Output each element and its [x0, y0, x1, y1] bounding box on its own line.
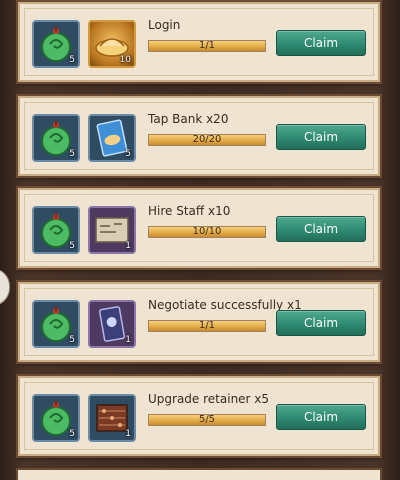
task-title: Login — [148, 18, 181, 32]
claim-button[interactable]: Claim — [276, 124, 366, 150]
reward-quantity: 10 — [119, 55, 131, 65]
claim-button[interactable]: Claim — [276, 310, 366, 336]
progress-bar: 5/5 — [148, 414, 266, 426]
task-title: Tap Bank x20 — [148, 112, 229, 126]
reward-quantity: 5 — [69, 241, 75, 251]
reward-slot-2[interactable]: 1 — [88, 206, 136, 254]
progress-text: 1/1 — [198, 40, 216, 51]
reward-quantity: 1 — [125, 335, 131, 345]
task-card-upgrade-retainer: 5 1 Upgrade retainer x5 5/5 Claim — [18, 376, 380, 456]
reward-slot-1[interactable]: 5 — [32, 300, 80, 348]
reward-quantity: 5 — [69, 149, 75, 159]
progress-text: 5/5 — [198, 414, 216, 425]
reward-slot-2[interactable]: 10 — [88, 20, 136, 68]
progress-bar: 20/20 — [148, 134, 266, 146]
reward-slot-2[interactable]: 5 — [88, 114, 136, 162]
claim-button[interactable]: Claim — [276, 30, 366, 56]
reward-quantity: 5 — [125, 149, 131, 159]
progress-text: 1/1 — [198, 320, 216, 331]
reward-quantity: 5 — [69, 55, 75, 65]
progress-bar: 10/10 — [148, 226, 266, 238]
reward-quantity: 1 — [125, 241, 131, 251]
reward-slot-1[interactable]: 5 — [32, 206, 80, 254]
reward-slot-2[interactable]: 1 — [88, 394, 136, 442]
reward-slot-2[interactable]: 1 — [88, 300, 136, 348]
task-card-hire-staff: 5 1 Hire Staff x10 10/10 Claim — [18, 188, 380, 268]
task-title: Hire Staff x10 — [148, 204, 231, 218]
reward-slot-1[interactable]: 5 — [32, 20, 80, 68]
progress-bar: 1/1 — [148, 320, 266, 332]
task-card-tap-bank: 5 5 Tap Bank x20 20/20 Claim — [18, 96, 380, 176]
task-list-panel: 5 10 Login 1/1 Claim 5 5 Tap Bank x20 20… — [0, 0, 400, 480]
reward-slot-1[interactable]: 5 — [32, 394, 80, 442]
task-card-login: 5 10 Login 1/1 Claim — [18, 2, 380, 82]
reward-slot-1[interactable]: 5 — [32, 114, 80, 162]
claim-button[interactable]: Claim — [276, 404, 366, 430]
reward-quantity: 1 — [125, 429, 131, 439]
reward-quantity: 5 — [69, 429, 75, 439]
task-title: Upgrade retainer x5 — [148, 392, 270, 406]
side-drawer-handle[interactable] — [0, 268, 10, 306]
next-task-card-partial — [18, 470, 380, 480]
progress-text: 20/20 — [192, 134, 222, 145]
claim-button[interactable]: Claim — [276, 216, 366, 242]
reward-quantity: 5 — [69, 335, 75, 345]
task-card-negotiate: 5 1 Negotiate successfully x1 1/1 Claim — [18, 282, 380, 362]
progress-text: 10/10 — [192, 226, 222, 237]
progress-bar: 1/1 — [148, 40, 266, 52]
